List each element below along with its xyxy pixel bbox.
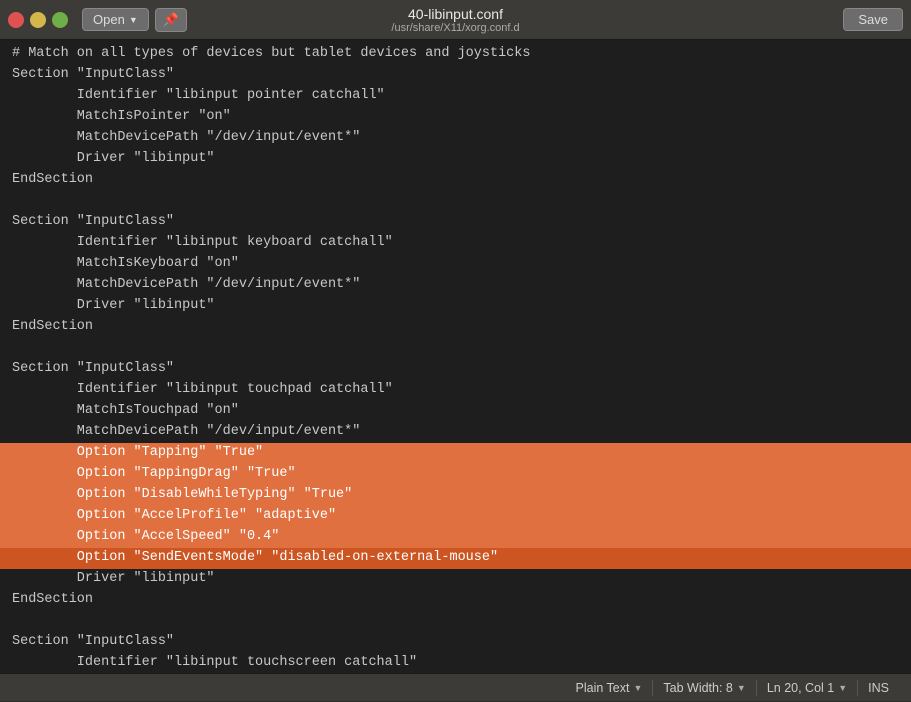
code-line: Driver "libinput" — [0, 296, 911, 317]
code-line: Option "AccelSpeed" "0.4" — [0, 527, 911, 548]
code-line: Driver "libinput" — [0, 149, 911, 170]
cursor-position[interactable]: Ln 20, Col 1 ▼ — [757, 674, 857, 702]
code-content: # Match on all types of devices but tabl… — [0, 44, 911, 673]
code-line: EndSection — [0, 170, 911, 191]
code-line: Identifier "libinput keyboard catchall" — [0, 233, 911, 254]
editor-area[interactable]: # Match on all types of devices but tabl… — [0, 40, 911, 673]
title-bar: ✕ − + Open ▼ 📌 40-libinput.conf /usr/sha… — [0, 0, 911, 40]
code-line — [0, 338, 911, 359]
code-line: Option "TappingDrag" "True" — [0, 464, 911, 485]
code-line: Option "AccelProfile" "adaptive" — [0, 506, 911, 527]
code-line: Section "InputClass" — [0, 65, 911, 86]
window-title: 40-libinput.conf — [391, 6, 519, 22]
tab-width-selector[interactable]: Tab Width: 8 ▼ — [653, 674, 755, 702]
open-button[interactable]: Open ▼ — [82, 8, 149, 31]
close-button[interactable]: ✕ — [8, 12, 24, 28]
pin-icon: 📌 — [163, 12, 179, 27]
title-bar-left: ✕ − + Open ▼ 📌 — [8, 8, 187, 32]
open-chevron-icon: ▼ — [129, 15, 138, 25]
code-line: MatchDevicePath "/dev/input/event*" — [0, 275, 911, 296]
tab-width-label: Tab Width: 8 — [663, 681, 732, 695]
code-line: Identifier "libinput pointer catchall" — [0, 86, 911, 107]
code-line: MatchIsKeyboard "on" — [0, 254, 911, 275]
code-line: Option "Tapping" "True" — [0, 443, 911, 464]
window-subtitle: /usr/share/X11/xorg.conf.d — [391, 22, 519, 34]
code-line: Identifier "libinput touchscreen catchal… — [0, 653, 911, 673]
code-line: Section "InputClass" — [0, 359, 911, 380]
code-line: MatchIsTouchpad "on" — [0, 401, 911, 422]
status-bar: Plain Text ▼ Tab Width: 8 ▼ Ln 20, Col 1… — [0, 673, 911, 701]
code-line: Option "SendEventsMode" "disabled-on-ext… — [0, 548, 911, 569]
code-line — [0, 611, 911, 632]
code-line: MatchDevicePath "/dev/input/event*" — [0, 422, 911, 443]
code-line: EndSection — [0, 317, 911, 338]
code-line: MatchDevicePath "/dev/input/event*" — [0, 128, 911, 149]
ins-label: INS — [868, 681, 889, 695]
code-line: EndSection — [0, 590, 911, 611]
ins-mode[interactable]: INS — [858, 674, 899, 702]
code-line: Section "InputClass" — [0, 212, 911, 233]
code-line — [0, 191, 911, 212]
plain-text-label: Plain Text — [576, 681, 630, 695]
code-line: Identifier "libinput touchpad catchall" — [0, 380, 911, 401]
position-chevron-icon: ▼ — [838, 683, 847, 693]
code-line: Section "InputClass" — [0, 632, 911, 653]
code-line: Option "DisableWhileTyping" "True" — [0, 485, 911, 506]
save-button[interactable]: Save — [843, 8, 903, 31]
position-label: Ln 20, Col 1 — [767, 681, 834, 695]
minimize-button[interactable]: − — [30, 12, 46, 28]
code-line: MatchIsPointer "on" — [0, 107, 911, 128]
plain-text-selector[interactable]: Plain Text ▼ — [566, 674, 653, 702]
open-label: Open — [93, 12, 125, 27]
plain-text-chevron-icon: ▼ — [633, 683, 642, 693]
code-line: Driver "libinput" — [0, 569, 911, 590]
tab-width-chevron-icon: ▼ — [737, 683, 746, 693]
maximize-button[interactable]: + — [52, 12, 68, 28]
toolbar-pin-button[interactable]: 📌 — [155, 8, 187, 32]
title-center: 40-libinput.conf /usr/share/X11/xorg.con… — [391, 6, 519, 34]
code-line: # Match on all types of devices but tabl… — [0, 44, 911, 65]
